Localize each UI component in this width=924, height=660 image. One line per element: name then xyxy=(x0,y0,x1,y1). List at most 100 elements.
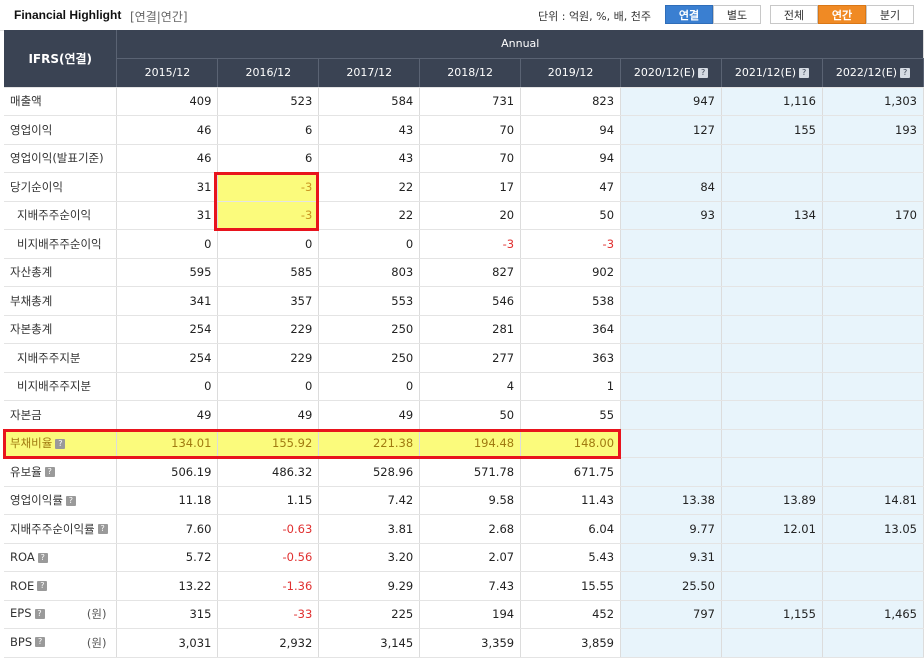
period-all-button[interactable]: 전체 xyxy=(770,5,818,24)
table-cell xyxy=(620,400,722,430)
table-cell: 31 xyxy=(116,201,219,230)
table-cell: 315 xyxy=(116,600,219,629)
table-cell xyxy=(721,315,823,344)
column-header-label: 2016/12 xyxy=(245,66,292,79)
row-label: 부채비율? xyxy=(4,429,118,458)
section-subtitle: [연결|연간] xyxy=(130,10,188,24)
help-icon[interactable]: ? xyxy=(37,552,48,563)
table-cell: 277 xyxy=(419,343,522,373)
table-cell xyxy=(822,258,924,287)
row-label-text: ROE xyxy=(10,578,35,593)
table-cell: 15.55 xyxy=(520,571,622,601)
table-cell xyxy=(620,372,722,401)
table-cell: 671.75 xyxy=(520,457,622,487)
table-row: 자본금 49 49 49 50 55 xyxy=(4,400,924,430)
consolidated-toggle-button[interactable]: 연결 xyxy=(665,5,713,24)
table-cell: 523 xyxy=(217,87,320,116)
row-label: 부채총계 xyxy=(4,286,118,316)
table-cell: 797 xyxy=(620,600,722,629)
table-cell: 902 xyxy=(520,258,622,287)
help-icon[interactable]: ? xyxy=(698,68,709,78)
table-cell: 546 xyxy=(419,286,522,316)
table-row: 부채총계 341 357 553 546 538 xyxy=(4,286,924,316)
help-icon[interactable]: ? xyxy=(799,68,810,78)
table-row: 부채비율? 134.01 155.92 221.38 194.48 148.00 xyxy=(4,429,924,458)
table-cell: 22 xyxy=(318,201,421,230)
table-cell: 0 xyxy=(318,372,421,401)
table-cell: 254 xyxy=(116,315,219,344)
row-label-text: 자본금 xyxy=(10,407,42,422)
column-header-label: 2017/12 xyxy=(346,66,393,79)
table-cell: 409 xyxy=(116,87,219,116)
help-icon[interactable]: ? xyxy=(65,495,76,506)
table-row: 지배주주순이익 31 -3 22 20 50 93 134 170 xyxy=(4,201,924,230)
help-icon[interactable]: ? xyxy=(37,581,48,592)
unit-won-label: (원) xyxy=(86,635,107,650)
table-cell: 7.43 xyxy=(419,571,522,601)
table-cell: 3,859 xyxy=(520,628,622,658)
table-cell xyxy=(721,372,823,401)
table-cell: 6 xyxy=(217,144,320,173)
unit-won-label: (원) xyxy=(86,607,107,622)
table-cell: 250 xyxy=(318,315,421,344)
row-label-text: 영업이익 xyxy=(10,122,53,137)
table-cell: 585 xyxy=(217,258,320,287)
table-cell: -0.56 xyxy=(217,543,320,572)
help-icon[interactable]: ? xyxy=(900,68,911,78)
row-label: 지배주주순이익률? xyxy=(4,514,118,544)
table-cell: 49 xyxy=(318,400,421,430)
table-cell: 947 xyxy=(620,87,722,116)
table-cell: 70 xyxy=(419,115,522,145)
table-cell xyxy=(822,172,924,202)
table-row: BPS? (원) 3,031 2,932 3,145 3,359 3,859 xyxy=(4,628,924,658)
table-cell: 2.68 xyxy=(419,514,522,544)
help-icon[interactable]: ? xyxy=(55,438,66,449)
table-cell: 22 xyxy=(318,172,421,202)
row-label: 비지배주주지분 xyxy=(4,372,118,401)
period-quarter-button[interactable]: 분기 xyxy=(866,5,914,24)
row-label-text: 당기순이익 xyxy=(10,179,63,194)
table-row: 비지배주주지분 0 0 0 4 1 xyxy=(4,372,924,401)
table-cell: 7.42 xyxy=(318,486,421,515)
row-label-text: 매출액 xyxy=(10,94,42,109)
table-cell: 9.31 xyxy=(620,543,722,572)
table-cell: 357 xyxy=(217,286,320,316)
table-cell: 134 xyxy=(721,201,823,230)
table-cell: 170 xyxy=(822,201,924,230)
help-icon[interactable]: ? xyxy=(44,467,55,478)
row-label: 자본금 xyxy=(4,400,118,430)
table-row: ROA? 5.72 -0.56 3.20 2.07 5.43 9.31 xyxy=(4,543,924,572)
row-label: 비지배주주순이익 xyxy=(4,229,118,259)
table-body: 매출액 409 523 584 731 823 947 1,116 1,303 영업이익 46 6 43… xyxy=(4,87,924,658)
ifrs-header: IFRS(연결) xyxy=(4,30,118,88)
table-row: 매출액 409 523 584 731 823 947 1,116 1,303 xyxy=(4,87,924,116)
table-cell: 9.77 xyxy=(620,514,722,544)
row-label-text: EPS xyxy=(10,606,32,621)
table-cell: 5.43 xyxy=(520,543,622,572)
table-cell: 193 xyxy=(822,115,924,145)
help-icon[interactable]: ? xyxy=(34,608,45,619)
separate-toggle-button[interactable]: 별도 xyxy=(713,5,761,24)
column-header-label: 2019/12 xyxy=(547,66,594,79)
year-header-row: 2015/12 2016/12 2017/12 2018/12 2019/12 2020/… xyxy=(4,58,924,88)
table-cell xyxy=(620,628,722,658)
table-cell xyxy=(721,571,823,601)
row-label: 유보율? xyxy=(4,457,118,487)
table-cell: 94 xyxy=(520,115,622,145)
row-label: 영업이익 xyxy=(4,115,118,145)
period-annual-button[interactable]: 연간 xyxy=(818,5,866,24)
table-cell: 486.32 xyxy=(217,457,320,487)
table-cell xyxy=(822,343,924,373)
row-label: 자산총계 xyxy=(4,258,118,287)
table-cell: 250 xyxy=(318,343,421,373)
table-cell: 1,155 xyxy=(721,600,823,629)
help-icon[interactable]: ? xyxy=(97,524,108,535)
table-cell: 3,145 xyxy=(318,628,421,658)
row-label: ROE? xyxy=(4,571,118,601)
table-cell: 3,031 xyxy=(116,628,219,658)
table-cell: 94 xyxy=(520,144,622,173)
help-icon[interactable]: ? xyxy=(35,637,46,648)
table-cell: 803 xyxy=(318,258,421,287)
table-cell: 1,465 xyxy=(822,600,924,629)
table-cell: 584 xyxy=(318,87,421,116)
